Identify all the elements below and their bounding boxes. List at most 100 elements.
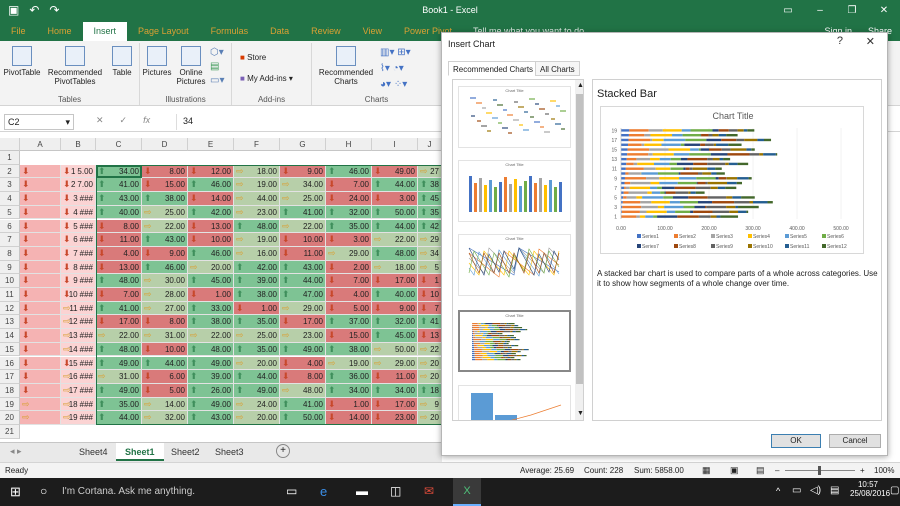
- file-explorer-icon[interactable]: ▬: [356, 484, 368, 498]
- row-header-13[interactable]: 13: [0, 315, 20, 330]
- shapes-icon[interactable]: ⬡▾: [210, 47, 224, 58]
- taskbar-clock[interactable]: 10:57 25/08/2016: [850, 480, 890, 498]
- column-header-h[interactable]: H: [326, 138, 372, 151]
- pictures-button[interactable]: Pictures: [140, 46, 174, 77]
- column-header-a[interactable]: A: [20, 138, 61, 151]
- column-header-b[interactable]: B: [61, 138, 96, 151]
- cell-b20[interactable]: ⇨ 19 ###: [61, 411, 96, 425]
- cell-b17[interactable]: ⇨ 16 ###: [61, 370, 96, 384]
- cell-b5[interactable]: ⬇ 4 ###: [61, 205, 96, 220]
- cell-a6[interactable]: ⬇: [20, 219, 61, 234]
- cell-a18[interactable]: ⬇: [20, 383, 61, 398]
- excel-taskbar-icon[interactable]: X: [453, 478, 481, 506]
- row-header-4[interactable]: 4: [0, 192, 20, 206]
- row-header-17[interactable]: 17: [0, 370, 20, 384]
- smartart-icon[interactable]: ▤: [210, 61, 219, 72]
- enter-entry-icon[interactable]: ✓: [120, 115, 128, 126]
- cell-b10[interactable]: ⬇ 9 ###: [61, 274, 96, 288]
- chart-thumbnail[interactable]: Chart Title: [458, 234, 571, 296]
- cell-b19[interactable]: ⇨ 18 ###: [61, 397, 96, 412]
- cell-a11[interactable]: ⬇: [20, 288, 61, 302]
- cell-a15[interactable]: ⬇: [20, 342, 61, 357]
- edge-icon[interactable]: e: [320, 484, 327, 499]
- sheet-tab-sheet2[interactable]: Sheet2: [162, 443, 209, 461]
- cell-a3[interactable]: ⬇: [20, 178, 61, 193]
- cell-a16[interactable]: ⬇: [20, 356, 61, 371]
- cell-b2[interactable]: ⬇ 1 5.00: [61, 164, 96, 179]
- cell-b13[interactable]: ⇨ 12 ###: [61, 315, 96, 330]
- name-box[interactable]: C2 ▾: [4, 114, 74, 130]
- cell-a10[interactable]: ⬇: [20, 274, 61, 288]
- notifications-icon[interactable]: ▢: [890, 485, 899, 496]
- cell-b15[interactable]: ⇨ 14 ###: [61, 342, 96, 357]
- worksheet-grid[interactable]: A B C D E F G H I J 1 2 ⬇ ⬇ 1 5.00 ⬆ 34.00 ⬇ 8.00 ⬇ 12.00 ⇨ 18.…: [0, 138, 442, 442]
- row-header-9[interactable]: 9: [0, 260, 20, 275]
- tab-file[interactable]: File: [0, 22, 37, 41]
- column-header-c[interactable]: C: [96, 138, 142, 151]
- tab-formulas[interactable]: Formulas: [200, 22, 260, 41]
- cell-b3[interactable]: ⬇ 2 7.00: [61, 178, 96, 193]
- cell-a17[interactable]: ⬇: [20, 370, 61, 384]
- zoom-slider-thumb[interactable]: [818, 466, 821, 475]
- cell-b11[interactable]: ⬇ 10 ###: [61, 288, 96, 302]
- insert-function-button[interactable]: fx: [143, 115, 150, 126]
- page-layout-view-icon[interactable]: ▣: [730, 463, 739, 478]
- cancel-entry-icon[interactable]: ✕: [96, 115, 104, 126]
- tab-data[interactable]: Data: [259, 22, 300, 41]
- tab-page-layout[interactable]: Page Layout: [127, 22, 200, 41]
- row-header-18[interactable]: 18: [0, 383, 20, 398]
- cell-a4[interactable]: ⬇: [20, 192, 61, 206]
- dialog-close-icon[interactable]: ✕: [866, 35, 875, 48]
- cortana-icon[interactable]: ○: [40, 484, 47, 498]
- store-app-icon[interactable]: ◫: [390, 484, 401, 498]
- add-sheet-icon[interactable]: +: [276, 444, 290, 458]
- cell-b4[interactable]: ⬇ 3 ###: [61, 192, 96, 206]
- ok-button[interactable]: OK: [771, 434, 821, 448]
- scroll-up-icon[interactable]: ▲: [577, 82, 583, 89]
- row-header-6[interactable]: 6: [0, 219, 20, 234]
- cell-b9[interactable]: ⬇ 8 ###: [61, 260, 96, 275]
- restore-icon[interactable]: ❐: [836, 0, 868, 22]
- cell-b18[interactable]: ⇨ 17 ###: [61, 383, 96, 398]
- pivottable-button[interactable]: PivotTable: [2, 46, 42, 77]
- column-header-g[interactable]: G: [280, 138, 326, 151]
- chart-thumbnail[interactable]: Chart Title: [458, 160, 571, 222]
- tab-review[interactable]: Review: [300, 22, 352, 41]
- row-header-8[interactable]: 8: [0, 246, 20, 261]
- chart-thumbnail[interactable]: Chart Title: [458, 310, 571, 372]
- row-header-19[interactable]: 19: [0, 397, 20, 412]
- minimize-icon[interactable]: –: [804, 0, 836, 22]
- page-break-view-icon[interactable]: ▤: [756, 463, 765, 478]
- row-header-2[interactable]: 2: [0, 164, 20, 179]
- store-button[interactable]: ■ Store: [240, 53, 266, 62]
- cell-a20[interactable]: ⇨: [20, 411, 61, 425]
- row-header-20[interactable]: 20: [0, 411, 20, 425]
- cell-a14[interactable]: ⬇: [20, 329, 61, 343]
- column-header-j[interactable]: J: [418, 138, 442, 151]
- cell-b7[interactable]: ⬇ 6 ###: [61, 233, 96, 247]
- task-view-icon[interactable]: ▭: [286, 484, 297, 498]
- column-chart-icon[interactable]: ▥▾ ⊞▾: [380, 47, 411, 58]
- tab-view[interactable]: View: [352, 22, 393, 41]
- normal-view-icon[interactable]: ▦: [702, 463, 711, 478]
- row-header-12[interactable]: 12: [0, 301, 20, 316]
- zoom-level[interactable]: 100%: [874, 463, 894, 478]
- cell-b16[interactable]: ⬇ 15 ###: [61, 356, 96, 371]
- row-header-3[interactable]: 3: [0, 178, 20, 193]
- line-chart-icon[interactable]: ⌇▾ ◔▾: [380, 63, 404, 74]
- cell-b12[interactable]: ⇨ 11 ###: [61, 301, 96, 316]
- row-header-7[interactable]: 7: [0, 233, 20, 247]
- cancel-button[interactable]: Cancel: [829, 434, 881, 448]
- sheet-tab-sheet3[interactable]: Sheet3: [206, 443, 253, 461]
- row-header-15[interactable]: 15: [0, 342, 20, 357]
- pie-chart-icon[interactable]: ◕▾ ⁘▾: [380, 79, 407, 90]
- windows-start-icon[interactable]: ⊞: [10, 484, 21, 500]
- cell-a12[interactable]: ⬇: [20, 301, 61, 316]
- my-addins-button[interactable]: ■ My Add-ins ▾: [240, 74, 293, 83]
- column-header-i[interactable]: I: [372, 138, 418, 151]
- zoom-out-icon[interactable]: –: [775, 463, 779, 478]
- keyboard-icon[interactable]: ▤: [830, 485, 839, 496]
- tab-home[interactable]: Home: [37, 22, 83, 41]
- table-button[interactable]: Table: [107, 46, 137, 77]
- volume-icon[interactable]: ◁): [810, 485, 821, 496]
